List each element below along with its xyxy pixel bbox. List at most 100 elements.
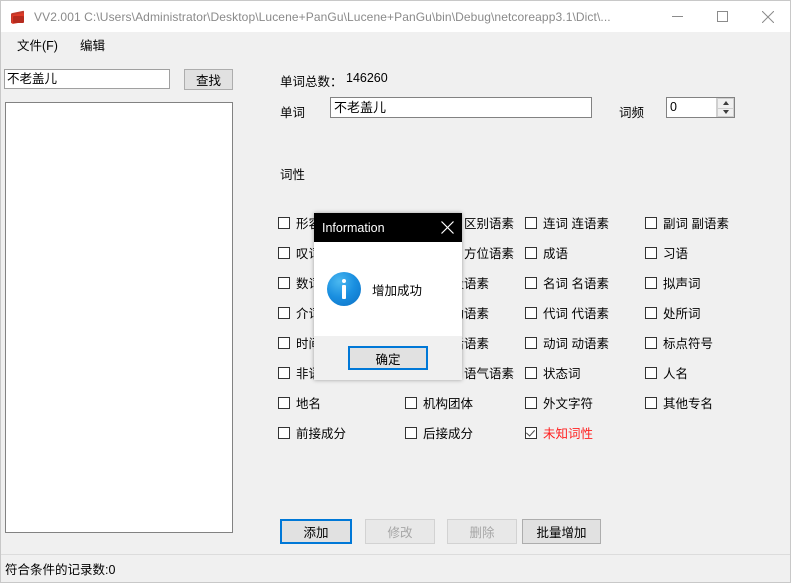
total-words-label: 单词总数： [280, 71, 343, 90]
dialog-body: 增加成功 [314, 242, 462, 336]
checkbox-pos-25[interactable]: 习语 [645, 243, 688, 262]
checkbox-unchecked-icon[interactable] [645, 307, 657, 319]
checkbox-unchecked-icon[interactable] [525, 247, 537, 259]
checkbox-label: 外文字符 [543, 393, 593, 412]
checkbox-unchecked-icon[interactable] [525, 397, 537, 409]
checkbox-unchecked-icon[interactable] [405, 427, 417, 439]
checkbox-pos-18[interactable]: 名词 名语素 [525, 273, 609, 292]
frequency-stepper[interactable]: 0 [666, 97, 735, 118]
checkbox-unchecked-icon[interactable] [525, 367, 537, 379]
action-button-0[interactable]: 添加 [280, 519, 352, 544]
checkbox-label: 地名 [296, 393, 321, 412]
checkbox-pos-21[interactable]: 状态词 [525, 363, 581, 382]
checkbox-label: 人名 [663, 363, 688, 382]
checkbox-label: 副词 副语素 [663, 213, 729, 232]
checkbox-unchecked-icon[interactable] [525, 307, 537, 319]
menu-item-edit[interactable]: 编辑 [72, 32, 113, 57]
checkbox-unchecked-icon[interactable] [278, 397, 290, 409]
checkbox-label: 名词 名语素 [543, 273, 609, 292]
part-of-speech-label: 词性 [280, 164, 305, 183]
checkbox-unchecked-icon[interactable] [525, 277, 537, 289]
maximize-icon[interactable] [700, 1, 745, 32]
word-input[interactable]: 不老盖儿 [330, 97, 592, 118]
checkbox-unchecked-icon[interactable] [278, 217, 290, 229]
checkbox-unchecked-icon[interactable] [525, 337, 537, 349]
checkbox-label: 连词 连语素 [543, 213, 609, 232]
checkbox-unchecked-icon[interactable] [278, 277, 290, 289]
title-bar: VV2.001 C:\Users\Administrator\Desktop\L… [1, 1, 790, 32]
checkbox-pos-7[interactable]: 前接成分 [278, 423, 346, 442]
dialog-footer: 确定 [314, 336, 462, 380]
checkbox-label: 前接成分 [296, 423, 346, 442]
search-input[interactable]: 不老盖儿 [4, 69, 170, 89]
checkbox-pos-14[interactable]: 机构团体 [405, 393, 473, 412]
frequency-input[interactable]: 0 [667, 98, 716, 117]
checkbox-pos-27[interactable]: 处所词 [645, 303, 701, 322]
checkbox-label: 代词 代语素 [543, 303, 609, 322]
dialog-title: Information [322, 221, 385, 235]
book-icon [10, 9, 26, 25]
checkbox-pos-6[interactable]: 地名 [278, 393, 321, 412]
dialog-message: 增加成功 [372, 280, 422, 299]
checkbox-label: 其他专名 [663, 393, 713, 412]
menu-item-file[interactable]: 文件(F) [9, 32, 66, 57]
checkbox-unchecked-icon[interactable] [645, 367, 657, 379]
checkbox-pos-30[interactable]: 其他专名 [645, 393, 713, 412]
checkbox-unchecked-icon[interactable] [278, 427, 290, 439]
checkbox-pos-28[interactable]: 标点符号 [645, 333, 713, 352]
word-label: 单词 [280, 102, 305, 121]
checkbox-unchecked-icon[interactable] [645, 397, 657, 409]
checkbox-pos-26[interactable]: 拟声词 [645, 273, 701, 292]
checkbox-checked-icon[interactable] [525, 427, 537, 439]
total-words-value: 146260 [346, 71, 388, 85]
checkbox-label: 状态词 [543, 363, 581, 382]
info-icon [327, 272, 361, 306]
minimize-icon[interactable] [655, 1, 700, 32]
search-button[interactable]: 查找 [184, 69, 233, 90]
checkbox-unchecked-icon[interactable] [645, 217, 657, 229]
spinner-down-icon[interactable] [717, 108, 734, 118]
application-window: VV2.001 C:\Users\Administrator\Desktop\L… [0, 0, 791, 583]
checkbox-unchecked-icon[interactable] [405, 397, 417, 409]
checkbox-pos-20[interactable]: 动词 动语素 [525, 333, 609, 352]
action-button-2: 删除 [447, 519, 517, 544]
frequency-spinner[interactable] [716, 98, 734, 117]
checkbox-label: 机构团体 [423, 393, 473, 412]
menu-bar: 文件(F) 编辑 [1, 32, 790, 56]
status-bar: 符合条件的记录数:0 [1, 554, 790, 582]
window-title: VV2.001 C:\Users\Administrator\Desktop\L… [34, 10, 611, 24]
checkbox-unchecked-icon[interactable] [278, 307, 290, 319]
dialog-close-icon[interactable] [432, 213, 462, 242]
action-button-1: 修改 [365, 519, 435, 544]
checkbox-pos-24[interactable]: 副词 副语素 [645, 213, 729, 232]
checkbox-pos-17[interactable]: 成语 [525, 243, 568, 262]
dialog-ok-button[interactable]: 确定 [348, 346, 428, 370]
information-dialog: Information 增加成功 确定 [314, 213, 462, 380]
checkbox-label: 成语 [543, 243, 568, 262]
spinner-up-icon[interactable] [717, 98, 734, 108]
results-listbox[interactable] [5, 102, 233, 533]
checkbox-label: 习语 [663, 243, 688, 262]
status-text: 符合条件的记录数:0 [5, 559, 115, 578]
checkbox-pos-23[interactable]: 未知词性 [525, 423, 593, 442]
checkbox-pos-16[interactable]: 连词 连语素 [525, 213, 609, 232]
checkbox-label: 标点符号 [663, 333, 713, 352]
checkbox-label: 未知词性 [543, 423, 593, 442]
checkbox-unchecked-icon[interactable] [645, 247, 657, 259]
checkbox-pos-29[interactable]: 人名 [645, 363, 688, 382]
checkbox-pos-22[interactable]: 外文字符 [525, 393, 593, 412]
checkbox-unchecked-icon[interactable] [645, 277, 657, 289]
checkbox-unchecked-icon[interactable] [278, 247, 290, 259]
action-button-3[interactable]: 批量增加 [522, 519, 601, 544]
close-icon[interactable] [745, 1, 790, 32]
checkbox-label: 动词 动语素 [543, 333, 609, 352]
dialog-title-bar: Information [314, 213, 462, 242]
checkbox-pos-15[interactable]: 后接成分 [405, 423, 473, 442]
checkbox-pos-19[interactable]: 代词 代语素 [525, 303, 609, 322]
checkbox-unchecked-icon[interactable] [278, 367, 290, 379]
frequency-label: 词频 [619, 102, 644, 121]
window-controls [655, 1, 790, 32]
checkbox-unchecked-icon[interactable] [525, 217, 537, 229]
checkbox-unchecked-icon[interactable] [278, 337, 290, 349]
checkbox-unchecked-icon[interactable] [645, 337, 657, 349]
